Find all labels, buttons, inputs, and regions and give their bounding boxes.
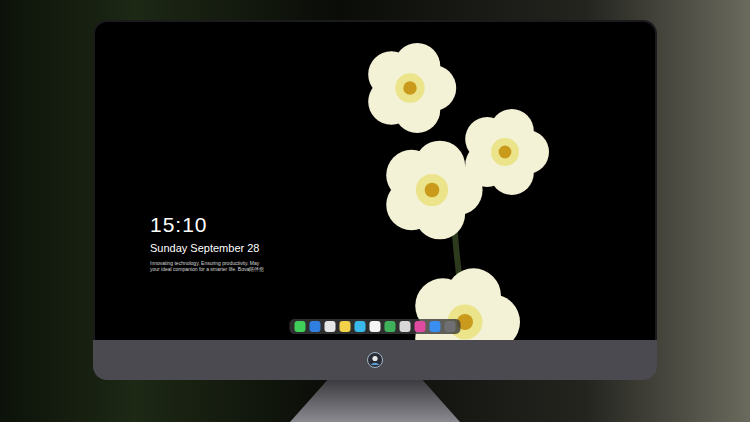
dock [290,319,461,334]
dock-app-icon[interactable] [325,321,336,332]
desktop-screen: 15:10 Sunday September 28 Innovating techn… [95,22,655,340]
monitor-chin [93,340,657,380]
flowers-icon [330,22,580,340]
clock-widget: 15:10 Sunday September 28 Innovating techn… [95,22,330,340]
clock-time: 15:10 [150,212,330,238]
dock-app-icon[interactable] [445,321,456,332]
flower-icon [368,43,456,133]
monitor-body: 15:10 Sunday September 28 Innovating techn… [93,20,657,340]
dock-app-icon[interactable] [385,321,396,332]
dock-app-icon[interactable] [400,321,411,332]
wallpaper-photo [330,22,580,340]
tagline: Innovating technology, Ensuring producti… [150,260,268,272]
clock-date: Sunday September 28 [150,241,330,255]
dock-app-icon[interactable] [370,321,381,332]
brand-logo-icon [367,352,383,368]
flower-icon [386,141,482,240]
dock-app-icon[interactable] [415,321,426,332]
dock-app-icon[interactable] [355,321,366,332]
dock-app-icon[interactable] [310,321,321,332]
scene: 15:10 Sunday September 28 Innovating techn… [0,0,750,422]
monitor: 15:10 Sunday September 28 Innovating techn… [93,20,657,422]
dock-app-icon[interactable] [430,321,441,332]
dock-app-icon[interactable] [340,321,351,332]
dock-app-icon[interactable] [295,321,306,332]
flower-icon [415,268,520,340]
monitor-stand [290,380,460,422]
